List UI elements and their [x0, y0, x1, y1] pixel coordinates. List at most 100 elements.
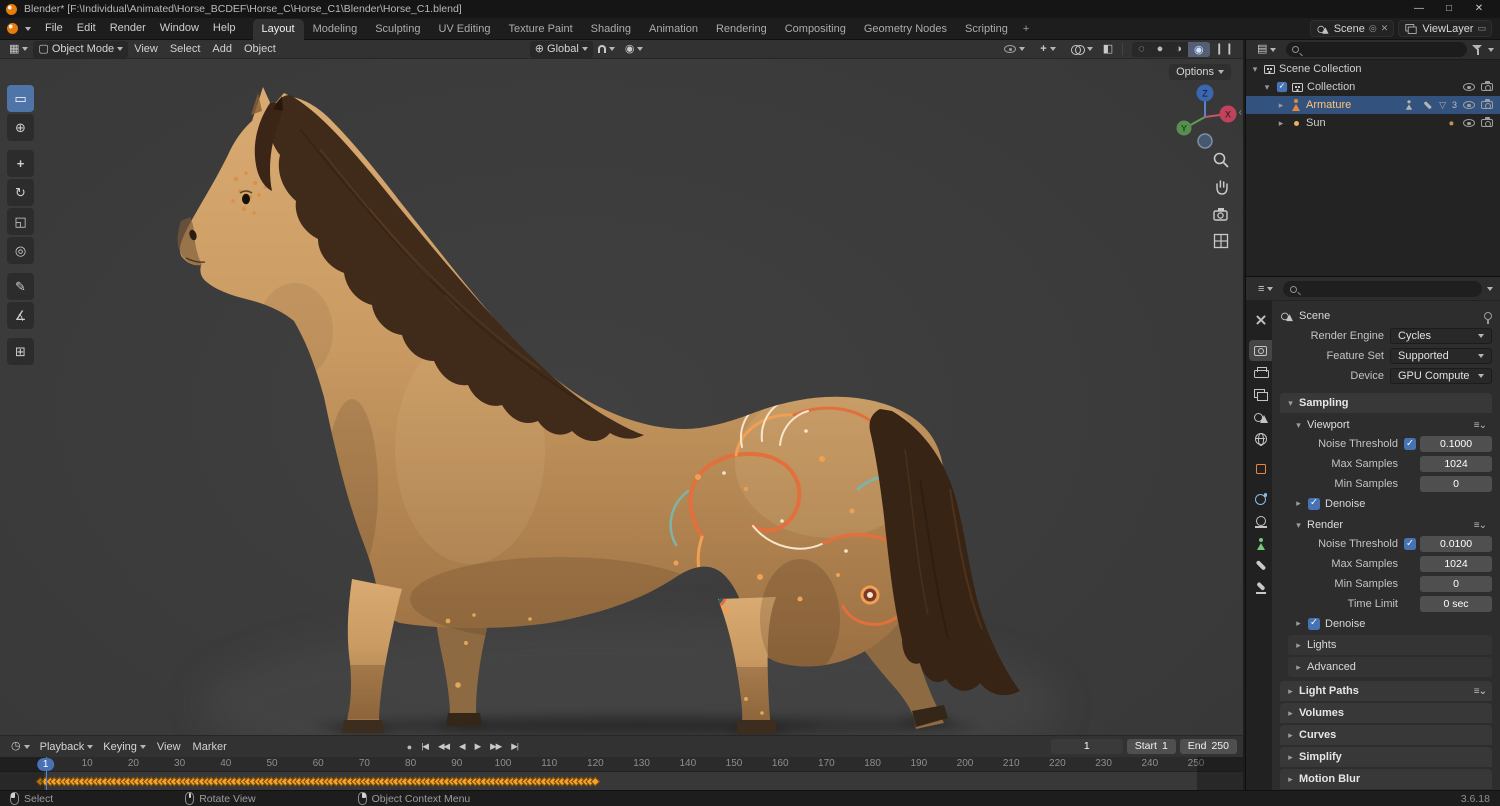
- properties-search[interactable]: [1283, 281, 1482, 297]
- props-tab-render[interactable]: [1249, 340, 1272, 361]
- feature-set-dropdown[interactable]: Supported: [1390, 348, 1492, 364]
- play-button[interactable]: ▶: [471, 739, 485, 754]
- timeline-menu-view[interactable]: View: [151, 741, 187, 753]
- props-tab-world[interactable]: [1249, 428, 1272, 449]
- disclosure-icon[interactable]: ▾: [1262, 82, 1272, 93]
- play-reverse-button[interactable]: ◀: [455, 739, 469, 754]
- workspace-tab-layout[interactable]: Layout: [252, 18, 304, 40]
- props-tab-tool[interactable]: [1249, 310, 1272, 331]
- copy-icon[interactable]: ▭: [1477, 23, 1486, 34]
- hide-in-viewport-icon[interactable]: [1463, 83, 1475, 91]
- options-button[interactable]: Options: [1169, 64, 1231, 80]
- timeline-body[interactable]: 10 20 30 40 50 60 70 80 90 100 110 120 130 140 150 160 1…: [0, 757, 1243, 791]
- disable-in-renders-icon[interactable]: [1481, 99, 1493, 109]
- denoise-checkbox[interactable]: [1308, 617, 1320, 630]
- pause-icon[interactable]: ❙❙: [1215, 43, 1235, 55]
- object-visibility-dropdown[interactable]: [999, 41, 1030, 58]
- menu-render[interactable]: Render: [103, 18, 153, 39]
- workspace-tab-texture-paint[interactable]: Texture Paint: [499, 19, 581, 40]
- presets-icon[interactable]: ≡⌄: [1474, 686, 1487, 697]
- workspace-tab-sculpting[interactable]: Sculpting: [366, 19, 429, 40]
- disable-in-renders-icon[interactable]: [1481, 81, 1493, 91]
- menu-file[interactable]: File: [38, 18, 70, 39]
- overlays-dropdown[interactable]: [1066, 41, 1098, 58]
- props-tab-bone-constraint[interactable]: [1249, 577, 1272, 598]
- properties-editor-type-button[interactable]: ≡: [1253, 281, 1278, 298]
- max-samples-field[interactable]: 1024: [1420, 456, 1492, 472]
- panel-volumes[interactable]: ▸ Volumes: [1280, 703, 1492, 723]
- props-tab-view-layer[interactable]: [1249, 384, 1272, 405]
- workspace-add-button[interactable]: +: [1017, 19, 1035, 40]
- disclosure-icon[interactable]: ▾: [1250, 64, 1260, 75]
- tool-move[interactable]: +: [7, 150, 34, 177]
- pin-icon[interactable]: ◎: [1369, 23, 1377, 34]
- workspace-tab-rendering[interactable]: Rendering: [707, 19, 776, 40]
- timeline-playhead[interactable]: 1: [36, 757, 55, 791]
- min-samples-field[interactable]: 0: [1420, 576, 1492, 592]
- hide-in-viewport-icon[interactable]: [1463, 119, 1475, 127]
- outliner-row-scene-collection[interactable]: ▾ Scene Collection: [1246, 60, 1500, 78]
- render-denoise-panel[interactable]: ▸ Denoise: [1280, 614, 1492, 633]
- props-tab-data[interactable]: [1249, 533, 1272, 554]
- ortho-grid-icon[interactable]: [1212, 232, 1230, 250]
- shading-rendered-button[interactable]: ◉: [1187, 41, 1210, 57]
- props-tab-physics[interactable]: [1249, 489, 1272, 510]
- proportional-editing-toggle[interactable]: ◉: [620, 41, 649, 58]
- outliner-row-collection[interactable]: ▾ Collection: [1246, 78, 1500, 96]
- noise-threshold-checkbox[interactable]: [1404, 438, 1416, 450]
- outliner-search[interactable]: [1286, 42, 1467, 57]
- collection-checkbox[interactable]: [1276, 81, 1288, 93]
- panel-sampling-viewport[interactable]: ▾ Viewport ≡⌄: [1280, 416, 1492, 434]
- tool-cursor[interactable]: ⊕: [7, 114, 34, 141]
- panel-simplify[interactable]: ▸ Simplify: [1280, 747, 1492, 767]
- next-keyframe-button[interactable]: ▶▶: [486, 739, 505, 754]
- min-samples-field[interactable]: 0: [1420, 476, 1492, 492]
- panel-motion-blur[interactable]: ▸ Motion Blur: [1280, 769, 1492, 789]
- presets-icon[interactable]: ≡⌄: [1474, 420, 1487, 431]
- props-tab-output[interactable]: [1249, 362, 1272, 383]
- viewport-menu-add[interactable]: Add: [206, 43, 238, 55]
- panel-advanced[interactable]: ▸ Advanced: [1288, 657, 1492, 677]
- workspace-tab-geometry-nodes[interactable]: Geometry Nodes: [855, 19, 956, 40]
- workspace-tab-shading[interactable]: Shading: [582, 19, 640, 40]
- disclosure-icon[interactable]: ▸: [1276, 100, 1286, 111]
- keying-menu[interactable]: Keying: [98, 738, 151, 755]
- jump-to-end-button[interactable]: ▶|: [507, 739, 522, 754]
- blender-menu-button[interactable]: [0, 23, 38, 34]
- menu-edit[interactable]: Edit: [70, 18, 103, 39]
- shading-material-button[interactable]: ◑: [1169, 42, 1188, 57]
- max-samples-field[interactable]: 1024: [1420, 556, 1492, 572]
- tool-scale[interactable]: ◱: [7, 208, 34, 235]
- mode-dropdown[interactable]: ▢ Object Mode: [33, 40, 129, 58]
- pin-icon[interactable]: [1484, 312, 1492, 324]
- device-dropdown[interactable]: GPU Compute: [1390, 368, 1492, 384]
- workspace-tab-modeling[interactable]: Modeling: [304, 19, 367, 40]
- workspace-tab-uv-editing[interactable]: UV Editing: [429, 19, 499, 40]
- props-tab-bone[interactable]: [1249, 555, 1272, 576]
- end-frame-field[interactable]: End 250: [1179, 739, 1237, 754]
- close-button[interactable]: ✕: [1464, 0, 1494, 18]
- workspace-tab-scripting[interactable]: Scripting: [956, 19, 1017, 40]
- panel-sampling[interactable]: ▾ Sampling: [1280, 393, 1492, 413]
- outliner-editor-type-button[interactable]: ▤: [1252, 41, 1281, 58]
- zoom-icon[interactable]: [1212, 151, 1230, 169]
- playback-menu[interactable]: Playback: [35, 738, 99, 755]
- maximize-button[interactable]: □: [1434, 0, 1464, 18]
- panel-light-paths[interactable]: ▸ Light Paths ≡⌄: [1280, 681, 1492, 701]
- properties-search-input[interactable]: [1301, 283, 1475, 295]
- noise-threshold-checkbox[interactable]: [1404, 538, 1416, 550]
- view-layer-selector[interactable]: ViewLayer ▭: [1398, 20, 1492, 37]
- presets-icon[interactable]: ≡⌄: [1474, 520, 1487, 531]
- viewport-canvas[interactable]: Options ▭ ⊕ + ↻ ◱ ◎ ✎ ∡ ⊞ Z X Y ‹: [0, 59, 1243, 735]
- start-frame-field[interactable]: Start 1: [1126, 739, 1176, 754]
- scene-selector[interactable]: Scene ◎ ✕: [1309, 20, 1395, 37]
- hide-in-viewport-icon[interactable]: [1463, 101, 1475, 109]
- axis-minus-z-ball[interactable]: [1197, 133, 1213, 149]
- workspace-tab-compositing[interactable]: Compositing: [776, 19, 855, 40]
- outliner-row-sun[interactable]: ▸ Sun: [1246, 114, 1500, 132]
- noise-threshold-field[interactable]: 0.0100: [1420, 536, 1492, 552]
- auto-keying-button[interactable]: ●: [403, 740, 415, 754]
- editor-type-button[interactable]: ▦: [4, 41, 33, 58]
- timeline-editor-type-button[interactable]: ◷: [6, 738, 35, 755]
- timeline-ruler[interactable]: 10 20 30 40 50 60 70 80 90 100 110 120 130 140 150 160 1…: [0, 757, 1243, 772]
